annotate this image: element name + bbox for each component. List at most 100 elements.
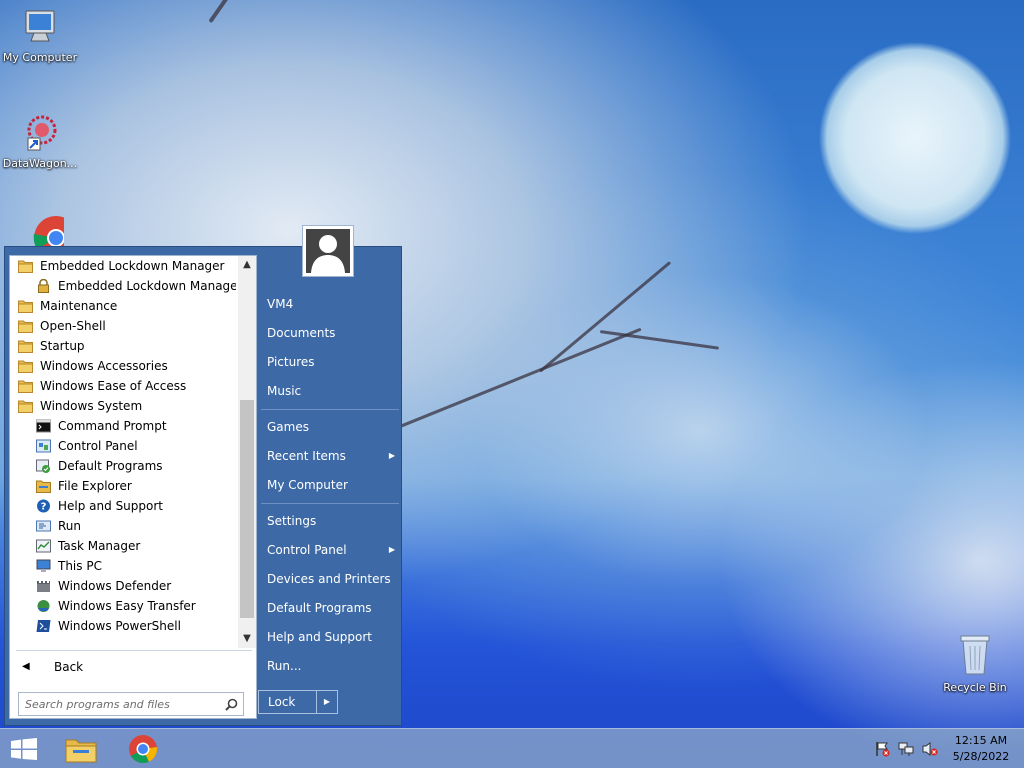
start-menu-item-pictures[interactable]: Pictures (263, 349, 401, 375)
program-folder-item[interactable]: Windows Ease of Access (10, 376, 236, 396)
program-folder-item[interactable]: Windows System (10, 396, 236, 416)
program-item[interactable]: File Explorer (10, 476, 236, 496)
program-label: Default Programs (58, 459, 163, 473)
search-icon[interactable] (225, 698, 238, 711)
start-menu-item-run[interactable]: Run... (263, 653, 401, 679)
taskbar-file-explorer-button[interactable] (56, 729, 106, 768)
program-item[interactable]: Command Prompt (10, 416, 236, 436)
clock-date: 5/28/2022 (952, 750, 1010, 763)
folder-icon (18, 260, 33, 273)
folder-icon (18, 300, 33, 313)
program-label: Control Panel (58, 439, 138, 453)
program-item[interactable]: ? Help and Support (10, 496, 236, 516)
search-input[interactable] (19, 693, 217, 715)
recycle-bin-icon (960, 635, 990, 675)
menu-item-label: Run... (267, 659, 302, 673)
divider (261, 409, 399, 410)
menu-item-label: Recent Items (267, 449, 346, 463)
scroll-down-button[interactable]: ▼ (238, 630, 256, 648)
taskbar: 12:15 AM 5/28/2022 (0, 728, 1024, 768)
program-folder-item[interactable]: Embedded Lockdown Manager (10, 256, 236, 276)
start-menu-item-help-and-support[interactable]: Help and Support (263, 624, 401, 650)
lock-button[interactable]: Lock ▶ (258, 690, 338, 714)
program-item[interactable]: Embedded Lockdown Manager (10, 276, 236, 296)
default-programs-icon (36, 459, 50, 473)
program-folder-item[interactable]: Open-Shell (10, 316, 236, 336)
start-menu-item-settings[interactable]: Settings (263, 508, 401, 534)
program-label: Help and Support (58, 499, 163, 513)
program-label: Windows PowerShell (58, 619, 181, 633)
folder-icon (18, 360, 33, 373)
back-label: Back (54, 660, 84, 674)
program-item[interactable]: Task Manager (10, 536, 236, 556)
desktop-icon-label: DataWagon... (2, 157, 78, 170)
program-item[interactable]: Windows PowerShell (10, 616, 236, 636)
program-folder-item[interactable]: Maintenance (10, 296, 236, 316)
start-menu-item-control-panel[interactable]: Control Panel ▶ (263, 537, 401, 563)
menu-item-label: Games (267, 420, 309, 434)
program-label: File Explorer (58, 479, 132, 493)
powershell-icon (36, 620, 51, 632)
start-menu-item-games[interactable]: Games (263, 414, 401, 440)
program-folder-item[interactable]: Startup (10, 336, 236, 356)
program-label: Embedded Lockdown Manager (40, 259, 225, 273)
desktop-icon-recycle-bin[interactable]: Recycle Bin (935, 632, 1015, 694)
start-button[interactable] (0, 729, 48, 768)
program-label: This PC (58, 559, 102, 573)
lock-options-arrow-icon[interactable]: ▶ (316, 691, 337, 713)
svg-text:?: ? (41, 502, 47, 513)
control-panel-icon (36, 439, 51, 453)
wallpaper-branch (399, 327, 642, 428)
program-label: Startup (40, 339, 85, 353)
user-avatar[interactable] (302, 225, 354, 277)
my-computer-icon (25, 10, 55, 42)
user-icon (311, 235, 345, 273)
folder-icon (18, 340, 33, 353)
divider (16, 650, 252, 651)
desktop-icon-label: My Computer (2, 51, 78, 64)
menu-item-label: Music (267, 384, 302, 398)
start-menu-item-music[interactable]: Music (263, 378, 401, 404)
lock-label: Lock (268, 695, 296, 709)
search-box[interactable] (18, 692, 244, 716)
program-item[interactable]: Windows Easy Transfer (10, 596, 236, 616)
program-item[interactable]: Run (10, 516, 236, 536)
start-menu-item-recent-items[interactable]: Recent Items ▶ (263, 443, 401, 469)
divider (261, 503, 399, 504)
desktop-icon-my-computer[interactable]: My Computer (0, 8, 80, 64)
taskbar-chrome-button[interactable] (118, 729, 168, 768)
program-label: Task Manager (58, 539, 141, 553)
start-menu-item-default-programs[interactable]: Default Programs (263, 595, 401, 621)
start-menu-item-my-computer[interactable]: My Computer (263, 472, 401, 498)
chrome-icon (129, 735, 158, 763)
program-label: Windows Ease of Access (40, 379, 187, 393)
program-label: Windows Accessories (40, 359, 168, 373)
lock-icon (38, 279, 49, 293)
wallpaper-branch (539, 261, 672, 373)
network-icon[interactable] (898, 741, 914, 757)
program-label: Maintenance (40, 299, 118, 313)
taskbar-clock[interactable]: 12:15 AM 5/28/2022 (944, 733, 1018, 765)
program-item[interactable]: Control Panel (10, 436, 236, 456)
start-menu-item-vm4[interactable]: VM4 (263, 291, 401, 317)
back-button[interactable]: ◀ Back (16, 656, 252, 678)
program-item[interactable]: Default Programs (10, 456, 236, 476)
program-folder-item[interactable]: Windows Accessories (10, 356, 236, 376)
start-menu-item-documents[interactable]: Documents (263, 320, 401, 346)
clock-time: 12:15 AM (954, 734, 1008, 747)
desktop-icon-datawagon[interactable]: DataWagon... (0, 112, 80, 170)
program-item[interactable]: Windows Defender (10, 576, 236, 596)
scrollbar-thumb[interactable] (240, 400, 254, 618)
volume-muted-icon[interactable] (922, 741, 938, 757)
windows-logo-icon (11, 738, 37, 760)
program-item[interactable]: This PC (10, 556, 236, 576)
command-prompt-icon (36, 419, 51, 433)
programs-scrollbar[interactable]: ▲ ▼ (238, 256, 256, 648)
start-menu-item-devices-and-printers[interactable]: Devices and Printers (263, 566, 401, 592)
folder-icon (18, 380, 33, 393)
scroll-up-button[interactable]: ▲ (238, 256, 256, 274)
desktop-icon-label: Recycle Bin (943, 681, 1007, 694)
submenu-arrow-icon: ▶ (388, 545, 395, 554)
easy-transfer-icon (37, 600, 50, 612)
action-center-flag-icon[interactable] (874, 741, 890, 757)
